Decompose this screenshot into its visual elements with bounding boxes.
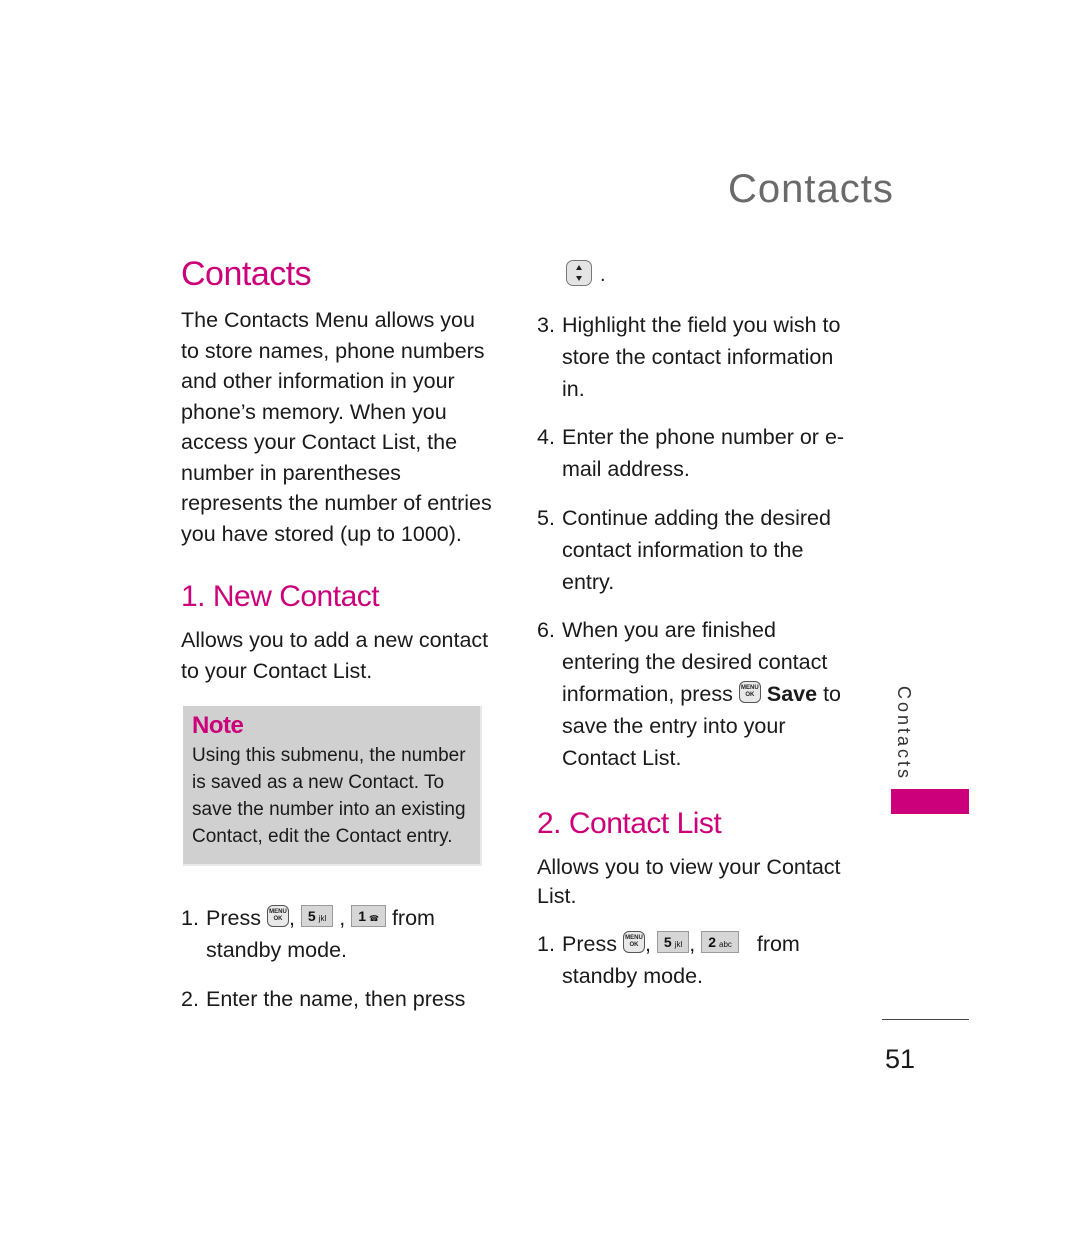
step-number: 3.: [537, 313, 555, 337]
navigation-key-icon: [566, 260, 592, 286]
side-tab-label: Contacts: [894, 686, 914, 782]
step-number: 5.: [537, 506, 555, 530]
key-2-icon: 2 abc: [701, 931, 739, 954]
contact-list-description: Allows you to view your Contact List.: [537, 855, 841, 908]
step-number: 4.: [537, 425, 555, 449]
intro-paragraph: The Contacts Menu allows you to store na…: [181, 308, 492, 546]
step-number: 6.: [537, 618, 555, 642]
key-5-icon: 5 jkl: [300, 905, 334, 928]
save-softkey-label: Save: [766, 682, 818, 706]
step-text: Enter the name, then press: [206, 987, 466, 1011]
key-1-icon: 1 ☎: [351, 905, 386, 928]
section-title-new-contact: 1. New Contact: [181, 580, 380, 613]
step-text: Press: [206, 906, 261, 930]
running-header: Contacts: [728, 167, 894, 211]
side-tab-marker: [891, 789, 969, 814]
contact-list-step-1: 1. Press MENU OK, 5 jkl, 2 abc from standby…: [537, 928, 847, 992]
step-text: Highlight the field you wish to store th…: [562, 313, 841, 401]
step-number: 1.: [537, 932, 555, 956]
note-text: Using this submenu, the number is saved …: [192, 745, 466, 847]
step-number: 2.: [181, 987, 199, 1011]
page-number: 51: [885, 1044, 916, 1074]
step-text: Enter the phone number or e-mail address…: [562, 425, 845, 481]
note-title: Note: [192, 712, 244, 739]
new-contact-step-2: 2. Enter the name, then press: [181, 983, 481, 1015]
footer-divider: [882, 1019, 969, 1020]
page-title: Contacts: [181, 255, 312, 293]
note-box: Note Using this submenu, the number is s…: [183, 706, 482, 866]
menu-ok-key-icon: MENU OK: [622, 931, 645, 954]
new-contact-step-1: 1. Press MENU OK, 5 jkl , 1 ☎ from standby …: [181, 902, 481, 966]
new-contact-step-6: 6. When you are finished entering the de…: [537, 614, 855, 774]
step-text: Press: [562, 932, 617, 956]
menu-ok-key-icon: MENU OK: [738, 681, 761, 704]
step-2-period: .: [600, 264, 606, 286]
step-number: 1.: [181, 906, 199, 930]
arrow-up-icon: [576, 265, 582, 270]
step-text: Continue adding the desired contact info…: [562, 506, 831, 594]
arrow-down-icon: [576, 276, 582, 281]
new-contact-step-5: 5. Continue adding the desired contact i…: [537, 502, 855, 598]
key-5-icon: 5 jkl: [656, 931, 690, 954]
menu-ok-key-icon: MENU OK: [266, 905, 289, 928]
section-title-contact-list: 2. Contact List: [537, 807, 722, 840]
new-contact-description: Allows you to add a new contact to your …: [181, 628, 489, 683]
new-contact-step-4: 4. Enter the phone number or e-mail addr…: [537, 421, 855, 485]
new-contact-step-3: 3. Highlight the field you wish to store…: [537, 309, 855, 405]
